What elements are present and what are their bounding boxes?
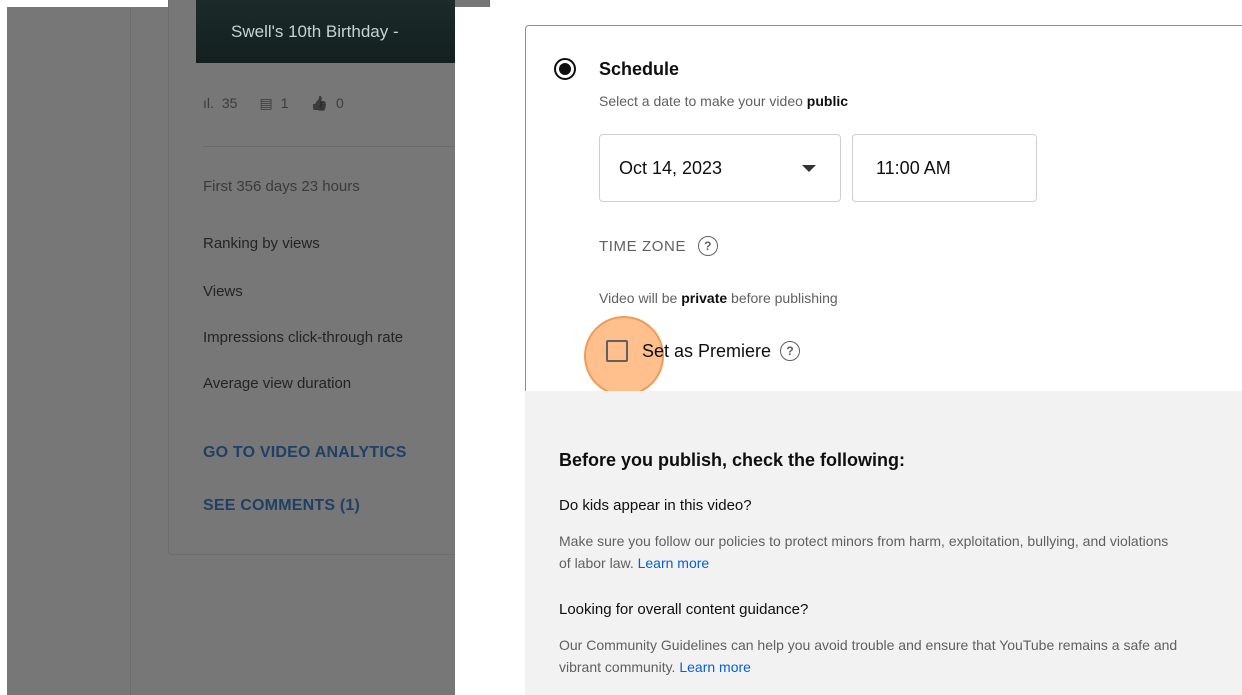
likes-count: 0	[335, 95, 344, 111]
schedule-subtitle-text: Select a date to make your video	[599, 93, 807, 109]
timezone-help-icon[interactable]: ?	[698, 236, 719, 256]
thumbs-up-icon: 👍	[310, 94, 328, 111]
views-stat: ıl. 35	[203, 95, 237, 111]
premiere-checkbox[interactable]	[606, 340, 628, 362]
views-count: 35	[221, 95, 238, 111]
guidance-body: Our Community Guidelines can help you av…	[559, 634, 1179, 678]
video-stats: ıl. 35 ▤ 1 👍 0	[203, 92, 366, 114]
bar-chart-icon: ıl.	[203, 95, 214, 111]
visibility-dialog: Schedule Select a date to make your vide…	[455, 7, 1242, 695]
private-note-prefix: Video will be	[599, 290, 682, 306]
time-input[interactable]: 11:00 AM	[852, 134, 1037, 202]
schedule-radio[interactable]	[554, 58, 576, 80]
guidance-question: Looking for overall content guidance?	[559, 601, 809, 618]
go-to-video-analytics-link[interactable]: GO TO VIDEO ANALYTICS	[203, 444, 407, 462]
guidance-body-text: Our Community Guidelines can help you av…	[559, 637, 1178, 675]
schedule-subtitle-bold: public	[806, 93, 849, 109]
timezone-text: TIME ZONE	[599, 237, 687, 255]
checklist-title: Before you publish, check the following:	[559, 450, 906, 470]
guidance-learn-more-link[interactable]: Learn more	[679, 659, 751, 675]
comments-count: 1	[280, 95, 289, 111]
kids-question: Do kids appear in this video?	[559, 497, 752, 514]
date-picker[interactable]: Oct 14, 2023	[599, 134, 841, 202]
kids-learn-more-link[interactable]: Learn more	[638, 555, 710, 571]
private-note: Video will be private before publishing	[599, 290, 838, 306]
comment-icon: ▤	[259, 94, 273, 111]
dropdown-caret-icon	[802, 165, 816, 172]
metric-views: Views	[203, 283, 243, 300]
video-title: Swell's 10th Birthday -	[231, 22, 399, 41]
kids-body: Make sure you follow our policies to pro…	[559, 530, 1179, 574]
metric-avg-duration: Average view duration	[203, 375, 352, 392]
schedule-subtitle: Select a date to make your video public	[599, 93, 848, 109]
see-comments-link[interactable]: SEE COMMENTS (1)	[203, 497, 360, 515]
sidebar-divider	[130, 7, 131, 695]
video-thumbnail[interactable]: Swell's 10th Birthday -	[196, 0, 455, 63]
video-card	[168, 0, 490, 555]
timezone-label: TIME ZONE ?	[599, 236, 719, 256]
stats-divider	[203, 146, 455, 147]
premiere-label[interactable]: Set as Premiere	[642, 341, 771, 362]
period-label: First 356 days 23 hours	[203, 178, 360, 195]
premiere-row: Set as Premiere ?	[606, 338, 801, 364]
schedule-title: Schedule	[599, 59, 680, 79]
date-value: Oct 14, 2023	[619, 157, 723, 178]
premiere-help-icon[interactable]: ?	[780, 341, 801, 361]
private-note-suffix: before publishing	[727, 290, 838, 306]
likes-stat: 👍 0	[311, 95, 344, 112]
time-value: 11:00 AM	[876, 157, 951, 178]
publish-checklist: Before you publish, check the following:…	[525, 391, 1242, 695]
metric-ranking: Ranking by views	[203, 235, 320, 252]
metric-ctr: Impressions click-through rate	[203, 329, 404, 346]
radio-selected-dot	[559, 63, 571, 75]
private-note-bold: private	[681, 290, 728, 306]
comments-stat: ▤ 1	[259, 95, 288, 112]
schedule-option: Schedule Select a date to make your vide…	[525, 25, 1242, 396]
